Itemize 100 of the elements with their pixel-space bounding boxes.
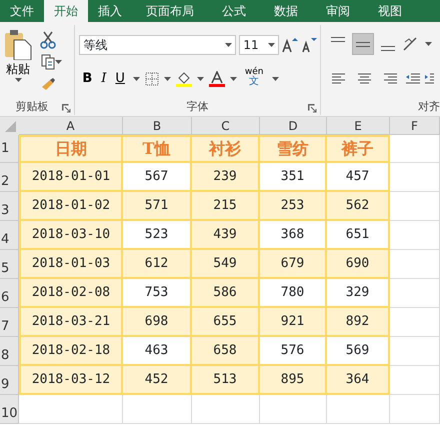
caret-icon[interactable]	[196, 77, 204, 81]
table-cell: 2018-03-21	[19, 308, 123, 337]
table-cell: 892	[327, 308, 390, 337]
row-header[interactable]: 4	[0, 221, 19, 250]
row-header[interactable]: 5	[0, 250, 19, 279]
row-header[interactable]: 10	[0, 395, 19, 424]
header-cell: 日期	[19, 135, 123, 163]
empty-cell	[390, 337, 440, 366]
caret-icon	[225, 43, 232, 47]
row-header[interactable]: 6	[0, 279, 19, 308]
table-cell: 2018-01-01	[19, 163, 123, 192]
decrease-font-icon[interactable]	[301, 37, 318, 53]
empty-cell	[260, 395, 327, 424]
phonetic-button[interactable]: wén 文	[242, 67, 267, 91]
row-header[interactable]: 7	[0, 308, 19, 337]
table-cell: 921	[260, 308, 327, 337]
decrease-indent-icon[interactable]	[405, 70, 422, 86]
table-cell: 452	[123, 366, 192, 395]
ribbon-tab[interactable]: 开始	[44, 0, 88, 22]
column-header[interactable]: C	[192, 117, 260, 135]
launcher-icon[interactable]	[62, 104, 72, 113]
bold-button[interactable]: B	[79, 69, 96, 89]
caret-icon[interactable]	[425, 42, 432, 46]
increase-indent-icon[interactable]	[424, 70, 434, 86]
launcher-icon[interactable]	[308, 104, 318, 113]
table-cell: 239	[192, 163, 260, 192]
table-cell: 364	[327, 366, 390, 395]
empty-cell	[192, 395, 260, 424]
cut-icon[interactable]	[40, 31, 56, 49]
ribbon-tab[interactable]: 页面布局	[132, 0, 208, 22]
paste-button[interactable]: 粘贴	[2, 29, 34, 93]
underline-button[interactable]: U	[112, 69, 128, 89]
copy-icon	[41, 54, 55, 70]
italic-button[interactable]: I	[98, 69, 110, 89]
caret-icon	[55, 60, 62, 64]
table-cell: 2018-02-08	[19, 279, 123, 308]
column-header[interactable]: B	[123, 117, 192, 135]
row-header[interactable]: 1	[0, 135, 19, 163]
group-label: 字体	[186, 100, 209, 112]
ribbon-tab[interactable]: 插入	[88, 0, 132, 22]
table-cell: 2018-01-03	[19, 250, 123, 279]
align-middle-button[interactable]	[352, 33, 374, 55]
empty-cell	[390, 221, 440, 250]
row-header[interactable]: 2	[0, 163, 19, 192]
empty-cell	[327, 395, 390, 424]
row-header[interactable]: 3	[0, 192, 19, 221]
table-cell: 698	[123, 308, 192, 337]
column-header[interactable]: F	[390, 117, 440, 135]
empty-cell	[390, 395, 440, 424]
table-cell: 658	[192, 337, 260, 366]
table-cell: 2018-02-18	[19, 337, 123, 366]
table-cell: 562	[327, 192, 390, 221]
table-cell: 513	[192, 366, 260, 395]
table-cell: 612	[123, 250, 192, 279]
column-header[interactable]: A	[19, 117, 123, 135]
table-cell: 549	[192, 250, 260, 279]
table-cell: 655	[192, 308, 260, 337]
group-label: 剪贴板	[16, 100, 49, 112]
clipboard-icon	[4, 30, 32, 60]
table-cell: 2018-03-10	[19, 221, 123, 250]
ribbon-tab[interactable]: 数据	[260, 0, 312, 22]
align-icon	[356, 42, 370, 46]
fill-color-icon[interactable]	[176, 71, 192, 87]
format-painter-icon[interactable]	[40, 77, 56, 91]
empty-cell	[390, 163, 440, 192]
font-size-field[interactable]: 11	[239, 35, 280, 55]
table-cell: 586	[192, 279, 260, 308]
align-icon	[383, 70, 398, 86]
empty-cell	[390, 279, 440, 308]
table-cell: 439	[192, 221, 260, 250]
caret-icon	[14, 78, 22, 82]
increase-font-icon[interactable]	[282, 37, 298, 53]
align-icon	[381, 46, 396, 51]
font-color-icon[interactable]	[208, 71, 225, 87]
column-header[interactable]: E	[327, 117, 390, 135]
ribbon-tab[interactable]: 公式	[208, 0, 260, 22]
align-icon	[331, 37, 346, 42]
ribbon-tab[interactable]: 文件	[0, 0, 44, 22]
ribbon-tab[interactable]: 视图	[364, 0, 416, 22]
header-cell: 雪纺	[260, 135, 327, 163]
table-cell: 2018-03-12	[19, 366, 123, 395]
header-cell: 裤子	[327, 135, 390, 163]
borders-icon[interactable]	[144, 72, 159, 86]
ribbon-tab[interactable]: 审阅	[312, 0, 364, 22]
row-header[interactable]: 8	[0, 337, 19, 366]
row-header[interactable]: 9	[0, 366, 19, 395]
align-icon	[331, 70, 346, 86]
caret-icon[interactable]	[164, 77, 171, 81]
caret-icon[interactable]	[272, 77, 279, 81]
align-icon	[357, 70, 372, 86]
caret-icon[interactable]	[132, 77, 140, 81]
font-name-field[interactable]: 等线	[79, 35, 236, 55]
group-label: 对齐	[418, 100, 440, 112]
header-cell: 衬衫	[192, 135, 260, 163]
column-header[interactable]: D	[260, 117, 327, 135]
caret-icon	[268, 43, 276, 47]
table-cell: 215	[192, 192, 260, 221]
caret-icon[interactable]	[230, 77, 237, 81]
table-cell: 690	[327, 250, 390, 279]
table-cell: 679	[260, 250, 327, 279]
